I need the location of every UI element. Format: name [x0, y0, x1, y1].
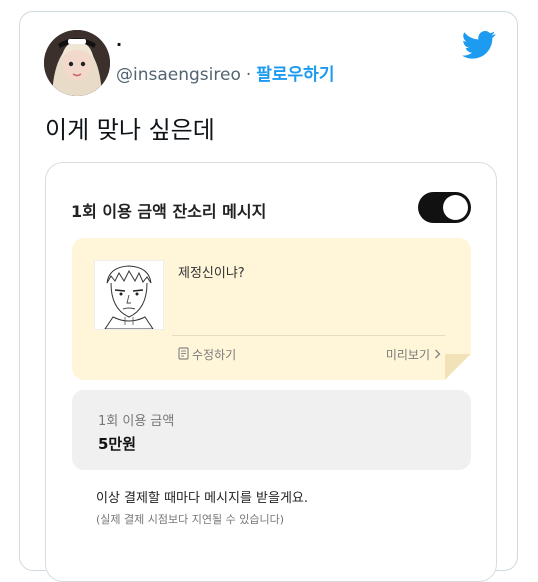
amount-box[interactable]: 1회 이용 금액 5만원 [72, 390, 471, 470]
page-fold-corner [445, 354, 471, 380]
author-name[interactable]: · [116, 36, 122, 54]
handle-row: @insaengsireo · 팔로우하기 [116, 64, 334, 86]
avatar[interactable] [44, 30, 110, 96]
message-toggle[interactable] [418, 192, 471, 223]
delay-notice: (실제 결제 시점보다 지연될 수 있습니다) [96, 513, 284, 526]
author-handle[interactable]: @insaengsireo [116, 65, 241, 85]
preview-label: 미리보기 [385, 348, 430, 362]
tweet-card: · @insaengsireo · 팔로우하기 이게 맞나 싶은데 1회 이용 금액… [19, 11, 518, 582]
notice-text: 이상 결제할 때마다 메시지를 받을게요. [96, 491, 309, 506]
amount-label: 1회 이용 금액 [98, 414, 175, 429]
follow-button[interactable]: 팔로우하기 [256, 65, 334, 85]
document-icon [178, 346, 189, 363]
divider [172, 335, 445, 336]
message-text: 제정신이냐? [178, 266, 245, 281]
toggle-knob [443, 195, 468, 220]
message-preview-box: 제정신이냐? 수정하기 미리보기 [72, 238, 471, 380]
edit-button[interactable]: 수정하기 [178, 346, 236, 363]
preview-button[interactable]: 미리보기 [386, 346, 441, 363]
tweet-text: 이게 맞나 싶은데 [45, 116, 215, 144]
amount-value: 5만원 [98, 435, 137, 453]
settings-title: 1회 이용 금액 잔소리 메시지 [71, 202, 267, 221]
twitter-bird-icon[interactable] [461, 30, 496, 60]
chevron-right-icon [434, 348, 441, 362]
embedded-image-card[interactable]: 1회 이용 금액 잔소리 메시지 제정신이냐? 수정하기 미리보기 1회 이용 … [45, 162, 497, 582]
character-sketch-image [94, 260, 164, 330]
separator: · [245, 65, 252, 85]
edit-label: 수정하기 [192, 348, 237, 362]
